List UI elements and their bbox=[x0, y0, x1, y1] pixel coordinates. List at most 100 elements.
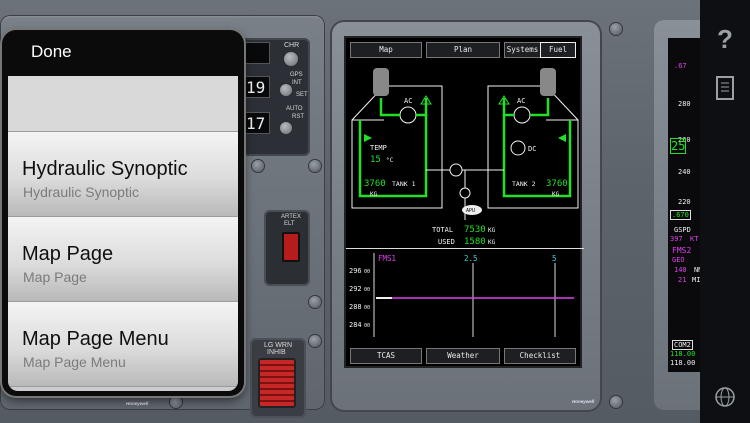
fuel-line-left-2 bbox=[416, 98, 428, 117]
used-unit: KG bbox=[488, 239, 496, 246]
pfd-geo-label: GEO bbox=[672, 256, 685, 264]
mfd-screen: Map Plan Systems Fuel AC AC DC TEMP 15 °… bbox=[344, 36, 584, 368]
screw bbox=[170, 396, 182, 408]
clock-display-value-bottom: 17 bbox=[246, 114, 266, 133]
clock-instrument: CHR 19 GPS INT SET 17 AUTO RST bbox=[238, 38, 310, 156]
clock-display-top bbox=[240, 42, 270, 64]
tank2-unit: KG bbox=[552, 191, 560, 198]
pfd-com-standby: 118.00 bbox=[670, 359, 696, 367]
total-value: 7530 bbox=[464, 225, 486, 235]
tank2-label: TANK 2 bbox=[512, 180, 536, 188]
pfd-com-label: COM2 bbox=[672, 340, 693, 350]
int-label: INT bbox=[292, 80, 302, 86]
tank2-value: 3760 bbox=[546, 179, 568, 189]
temp-unit: °C bbox=[386, 157, 394, 164]
auto-rst-button[interactable] bbox=[280, 122, 292, 134]
indicator-left-icon bbox=[364, 134, 372, 142]
used-label: USED bbox=[438, 238, 455, 246]
chr-button[interactable] bbox=[284, 52, 298, 66]
menu-item-map-page[interactable]: Map Page Map Page bbox=[8, 217, 238, 302]
vsd-alt-suffix: 00 bbox=[364, 305, 370, 311]
mfd-checklist-button[interactable]: Checklist bbox=[504, 348, 576, 364]
fuel-line-right bbox=[530, 98, 550, 117]
temp-label: TEMP bbox=[370, 144, 387, 152]
list-item-blank[interactable] bbox=[8, 76, 238, 132]
pfd-nm1-value: 140 bbox=[674, 266, 687, 274]
fuel-line-left bbox=[379, 98, 400, 117]
temp-value: 15 bbox=[370, 155, 381, 165]
mfd-brand-label: Honeywell bbox=[572, 399, 595, 404]
mfd-weather-button[interactable]: Weather bbox=[426, 348, 500, 364]
rst-label: RST bbox=[292, 114, 304, 120]
menu-item-subtitle: Hydraulic Synoptic bbox=[23, 184, 139, 200]
artex-elt-panel: ARTEX ELT bbox=[264, 210, 310, 286]
pfd-gspd-unit: KT bbox=[690, 235, 699, 243]
tank1-value: 3760 bbox=[364, 179, 386, 189]
mfd-plan-button[interactable]: Plan bbox=[426, 42, 500, 58]
pfd-nm2-value: 21 bbox=[678, 276, 687, 284]
clock-display-value-top: 19 bbox=[246, 78, 266, 97]
artex-label: ARTEX bbox=[281, 214, 301, 220]
pfd-tape-240: 240 bbox=[678, 168, 691, 176]
page-menu-popover: Done Hydraulic Synoptic Hydraulic Synopt… bbox=[2, 30, 244, 396]
screw bbox=[252, 160, 264, 172]
engine-left-icon bbox=[373, 68, 389, 96]
inhib-label: INHIB bbox=[267, 349, 286, 356]
mfd-map-button[interactable]: Map bbox=[350, 42, 422, 58]
brand-label: Honeywell bbox=[126, 401, 149, 406]
vsd-alt-288: 288 bbox=[349, 303, 362, 311]
mfd-tcas-button[interactable]: TCAS bbox=[350, 348, 422, 364]
menu-item-subtitle: Map Page Menu bbox=[23, 354, 126, 370]
globe-icon[interactable] bbox=[712, 384, 738, 410]
mfd-systems-label: Systems bbox=[504, 42, 540, 58]
elt-label: ELT bbox=[284, 221, 295, 227]
app-sidebar: ? bbox=[700, 0, 750, 423]
page-menu-list: Hydraulic Synoptic Hydraulic Synoptic Ma… bbox=[8, 76, 238, 391]
pump-left-icon bbox=[399, 106, 417, 124]
set-label: SET bbox=[296, 92, 308, 98]
done-button[interactable]: Done bbox=[31, 42, 72, 62]
pfd-tape-220: 220 bbox=[678, 198, 691, 206]
pfd-speed-pointer: 25 bbox=[670, 138, 687, 154]
vsd-alt-296: 296 bbox=[349, 267, 362, 275]
menu-item-title: Map Page Menu bbox=[22, 328, 169, 350]
notes-icon[interactable] bbox=[712, 74, 738, 102]
menu-item-map-page-menu[interactable]: Map Page Menu Map Page Menu bbox=[8, 302, 238, 387]
total-unit: KG bbox=[488, 227, 496, 234]
pfd-gspd-label: GSPD bbox=[674, 226, 691, 234]
fuel-line-right-2 bbox=[502, 98, 514, 117]
vsd-alt-suffix: 00 bbox=[364, 287, 370, 293]
menu-item-title: Hydraulic Synoptic bbox=[22, 158, 188, 180]
mfd-fuel-button[interactable]: Fuel bbox=[540, 42, 576, 58]
elt-switch[interactable] bbox=[282, 232, 300, 262]
vsd-source-label: FMS1 bbox=[378, 254, 396, 263]
screw bbox=[309, 335, 321, 347]
pfd-speed-select: .67 bbox=[674, 62, 687, 70]
apu-valve-icon bbox=[459, 187, 471, 199]
auto-label: AUTO bbox=[286, 106, 303, 112]
total-label: TOTAL bbox=[432, 226, 453, 234]
tank1-label: TANK 1 bbox=[392, 180, 416, 188]
vertical-situation-display: FMS1 2.5 5 296 292 288 284 00 00 00 00 bbox=[349, 253, 574, 337]
gps-int-button[interactable] bbox=[280, 84, 292, 96]
chr-label: CHR bbox=[284, 42, 300, 49]
fuel-synoptic: AC AC DC TEMP 15 °C 3760 TANK 1 KG 3760 … bbox=[351, 68, 579, 247]
vsd-alt-suffix: 00 bbox=[364, 269, 370, 275]
menu-item-hydraulic-synoptic[interactable]: Hydraulic Synoptic Hydraulic Synoptic bbox=[8, 132, 238, 217]
menu-item-title: Map Page bbox=[22, 243, 114, 265]
vsd-alt-suffix: 00 bbox=[364, 323, 370, 329]
pfd-mach: .670 bbox=[670, 210, 691, 220]
vsd-range-mid-label: 2.5 bbox=[464, 254, 478, 263]
crossfeed-valve-icon bbox=[449, 163, 463, 177]
help-icon[interactable]: ? bbox=[711, 24, 739, 54]
lg-wrn-inhib-switch[interactable] bbox=[258, 358, 296, 408]
vsd-alt-292: 292 bbox=[349, 285, 362, 293]
tank1-unit: KG bbox=[370, 191, 378, 198]
pfd-fms-label: FMS2 bbox=[672, 246, 692, 255]
pfd-gspd-value: 397 bbox=[670, 235, 683, 243]
menu-item-subtitle: Map Page bbox=[23, 269, 87, 285]
screw bbox=[610, 23, 622, 35]
pump-right-icon bbox=[513, 106, 531, 124]
vsd-alt-284: 284 bbox=[349, 321, 362, 329]
pump-dc-icon bbox=[510, 140, 526, 156]
